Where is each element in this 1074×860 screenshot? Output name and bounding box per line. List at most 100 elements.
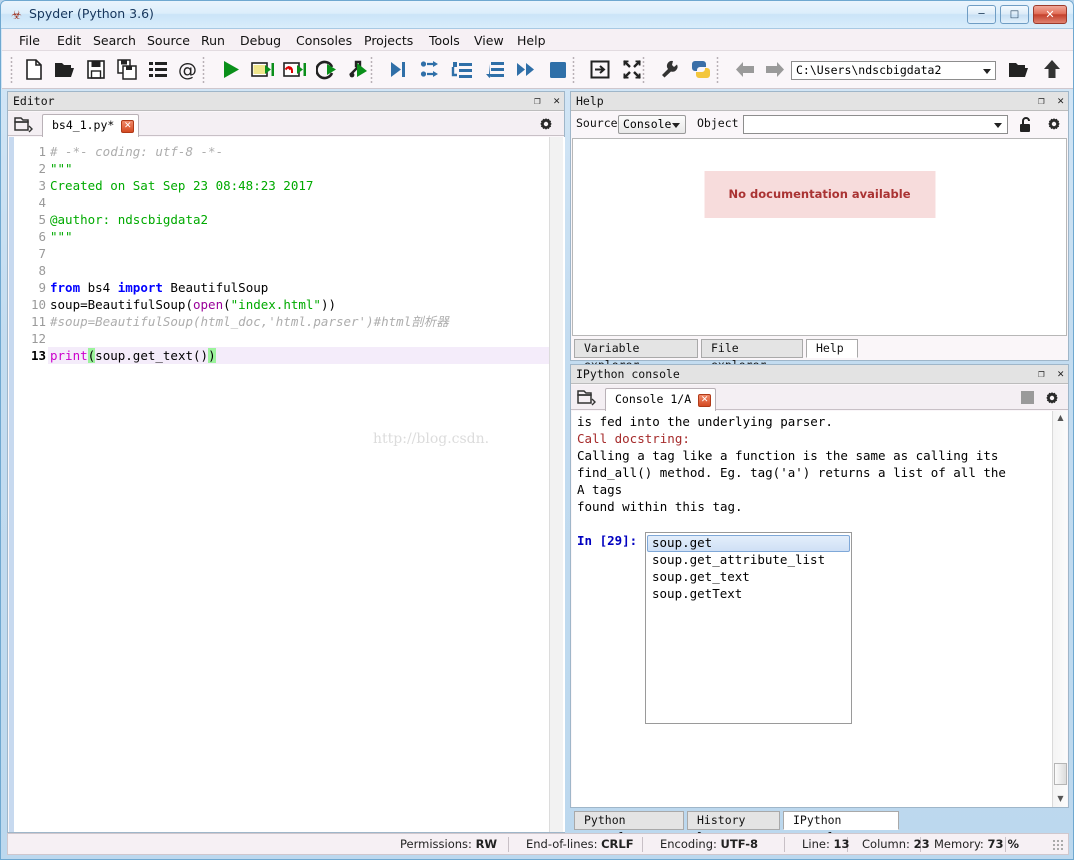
forward-arrow-icon[interactable] — [761, 57, 789, 83]
help-lock-icon[interactable] — [1019, 116, 1035, 132]
tab-ipython-console[interactable]: IPython console — [783, 811, 899, 844]
status-memory: Memory: 73 % — [934, 837, 1019, 852]
minimize-button[interactable]: ─ — [967, 5, 996, 24]
help-no-documentation-message: No documentation available — [704, 171, 935, 218]
console-tab-close-icon[interactable]: ✕ — [698, 394, 712, 407]
debug-file-icon[interactable] — [384, 57, 412, 83]
configure-run-icon[interactable] — [345, 57, 373, 83]
code-token: open — [193, 297, 224, 312]
maximize-pane-icon[interactable] — [586, 57, 614, 83]
menu-debug[interactable]: Debug — [235, 32, 286, 49]
status-end-of-lines: End-of-lines: CRLF — [526, 837, 634, 852]
minimize-icon: ─ — [978, 9, 985, 20]
console-output-line: find_all() method. Eg. tag('a') returns … — [577, 465, 1006, 480]
open-file-icon[interactable] — [51, 57, 79, 83]
menu-search[interactable]: Search — [88, 32, 141, 49]
line-number: 1 — [38, 144, 46, 159]
tab-file-explorer[interactable]: File explorer — [701, 339, 803, 372]
step-return-icon[interactable] — [480, 57, 508, 83]
line-number: 2 — [38, 161, 46, 176]
step-into-icon[interactable] — [448, 57, 476, 83]
autocomplete-item[interactable]: soup.get — [647, 535, 850, 552]
help-undock-icon[interactable]: ❐ — [1038, 94, 1045, 107]
continue-icon[interactable] — [512, 57, 540, 83]
close-button[interactable]: ✕ — [1033, 5, 1067, 24]
status-label: Column: — [862, 837, 910, 851]
status-column: Column: 23 — [862, 837, 930, 852]
svg-text:@: @ — [178, 59, 197, 80]
menu-help[interactable]: Help — [512, 32, 551, 49]
autocomplete-item[interactable]: soup.get_text — [648, 569, 750, 586]
autocomplete-item[interactable]: soup.getText — [648, 586, 742, 603]
fullscreen-icon[interactable] — [618, 57, 646, 83]
editor-code-area[interactable]: 1 2 3 4 5 6 7 8 9 10 11 12 13 # -*- coding: utf-8 -*… — [9, 137, 565, 832]
browse-tabs-icon[interactable] — [14, 115, 34, 133]
save-file-icon[interactable] — [82, 57, 110, 83]
editor-file-tab[interactable]: bs4_1.py* ✕ — [42, 114, 140, 137]
tab-variable-explorer[interactable]: Variable explorer — [574, 339, 698, 372]
file-switcher-icon[interactable] — [144, 57, 172, 83]
autocomplete-popup[interactable]: soup.get soup.get_attribute_list soup.get_… — [645, 532, 852, 724]
stop-debug-icon[interactable] — [544, 57, 572, 83]
chevron-down-icon[interactable] — [994, 123, 1002, 128]
editor-file-tab-close-icon[interactable]: ✕ — [121, 120, 135, 133]
help-source-select[interactable]: Console — [618, 115, 686, 134]
editor-undock-icon[interactable]: ❐ — [534, 94, 541, 107]
line-number: 13 — [30, 348, 46, 363]
autocomplete-item[interactable]: soup.get_attribute_list — [648, 552, 825, 569]
preferences-icon[interactable] — [656, 57, 684, 83]
run-cell-advance-icon[interactable] — [281, 57, 309, 83]
re-run-cell-icon[interactable] — [313, 57, 341, 83]
new-file-icon[interactable] — [20, 57, 48, 83]
help-options-gear-icon[interactable] — [1046, 116, 1062, 132]
editor-vertical-scrollbar[interactable] — [549, 137, 563, 832]
status-permissions: Permissions: RW — [400, 837, 497, 852]
stop-square-icon[interactable] — [1021, 391, 1034, 404]
back-arrow-icon[interactable] — [731, 57, 759, 83]
help-source-value: Console — [623, 117, 672, 131]
menu-view[interactable]: View — [469, 32, 509, 49]
editor-close-icon[interactable]: ✕ — [553, 94, 560, 107]
menu-edit[interactable]: Edit — [52, 32, 86, 49]
editor-options-gear-icon[interactable] — [538, 116, 554, 132]
maximize-button[interactable]: □ — [1000, 5, 1029, 24]
menu-consoles[interactable]: Consoles — [291, 32, 357, 49]
status-value: 73 % — [987, 837, 1019, 851]
tab-python-console[interactable]: Python console — [574, 811, 684, 844]
code-token: soup.get_text() — [95, 348, 209, 363]
run-file-icon[interactable] — [217, 57, 245, 83]
find-in-files-icon[interactable]: @ — [175, 57, 203, 83]
help-close-icon[interactable]: ✕ — [1057, 94, 1064, 107]
console-scrollbar-thumb[interactable] — [1054, 763, 1067, 785]
help-pane-title-text: Help — [576, 94, 604, 108]
chevron-down-icon[interactable] — [983, 69, 991, 74]
menu-file[interactable]: File — [14, 32, 45, 49]
scroll-down-icon[interactable]: ▼ — [1053, 792, 1068, 807]
console-vertical-scrollbar[interactable]: ▲ ▼ — [1052, 411, 1067, 807]
menu-run[interactable]: Run — [196, 32, 230, 49]
help-object-input[interactable] — [743, 115, 1008, 134]
console-undock-icon[interactable]: ❐ — [1038, 367, 1045, 380]
tab-help[interactable]: Help — [806, 339, 858, 358]
menu-projects[interactable]: Projects — [359, 32, 418, 49]
editor-pane-title-text: Editor — [13, 94, 55, 108]
parent-directory-icon[interactable] — [1038, 57, 1066, 83]
browse-directory-icon[interactable] — [1005, 57, 1033, 83]
browse-consoles-icon[interactable] — [577, 388, 597, 406]
line-number: 4 — [38, 195, 46, 210]
tab-history-log[interactable]: History log — [687, 811, 780, 844]
console-close-icon[interactable]: ✕ — [1057, 367, 1064, 380]
scroll-up-icon[interactable]: ▲ — [1053, 411, 1068, 426]
save-all-icon[interactable] — [113, 57, 141, 83]
console-options-gear-icon[interactable] — [1044, 390, 1060, 406]
menu-tools[interactable]: Tools — [424, 32, 465, 49]
step-over-icon[interactable] — [416, 57, 444, 83]
working-directory-input[interactable]: C:\Users\ndscbigdata2 — [791, 61, 996, 80]
run-cell-icon[interactable] — [249, 57, 277, 83]
code-line: #soup=BeautifulSoup(html_doc,'html.parse… — [50, 313, 449, 330]
console-tab[interactable]: Console 1/A ✕ — [605, 388, 717, 411]
line-number: 7 — [38, 246, 46, 261]
pythonpath-icon[interactable] — [687, 57, 715, 83]
resize-grip[interactable] — [1052, 839, 1064, 851]
menu-source[interactable]: Source — [142, 32, 195, 49]
